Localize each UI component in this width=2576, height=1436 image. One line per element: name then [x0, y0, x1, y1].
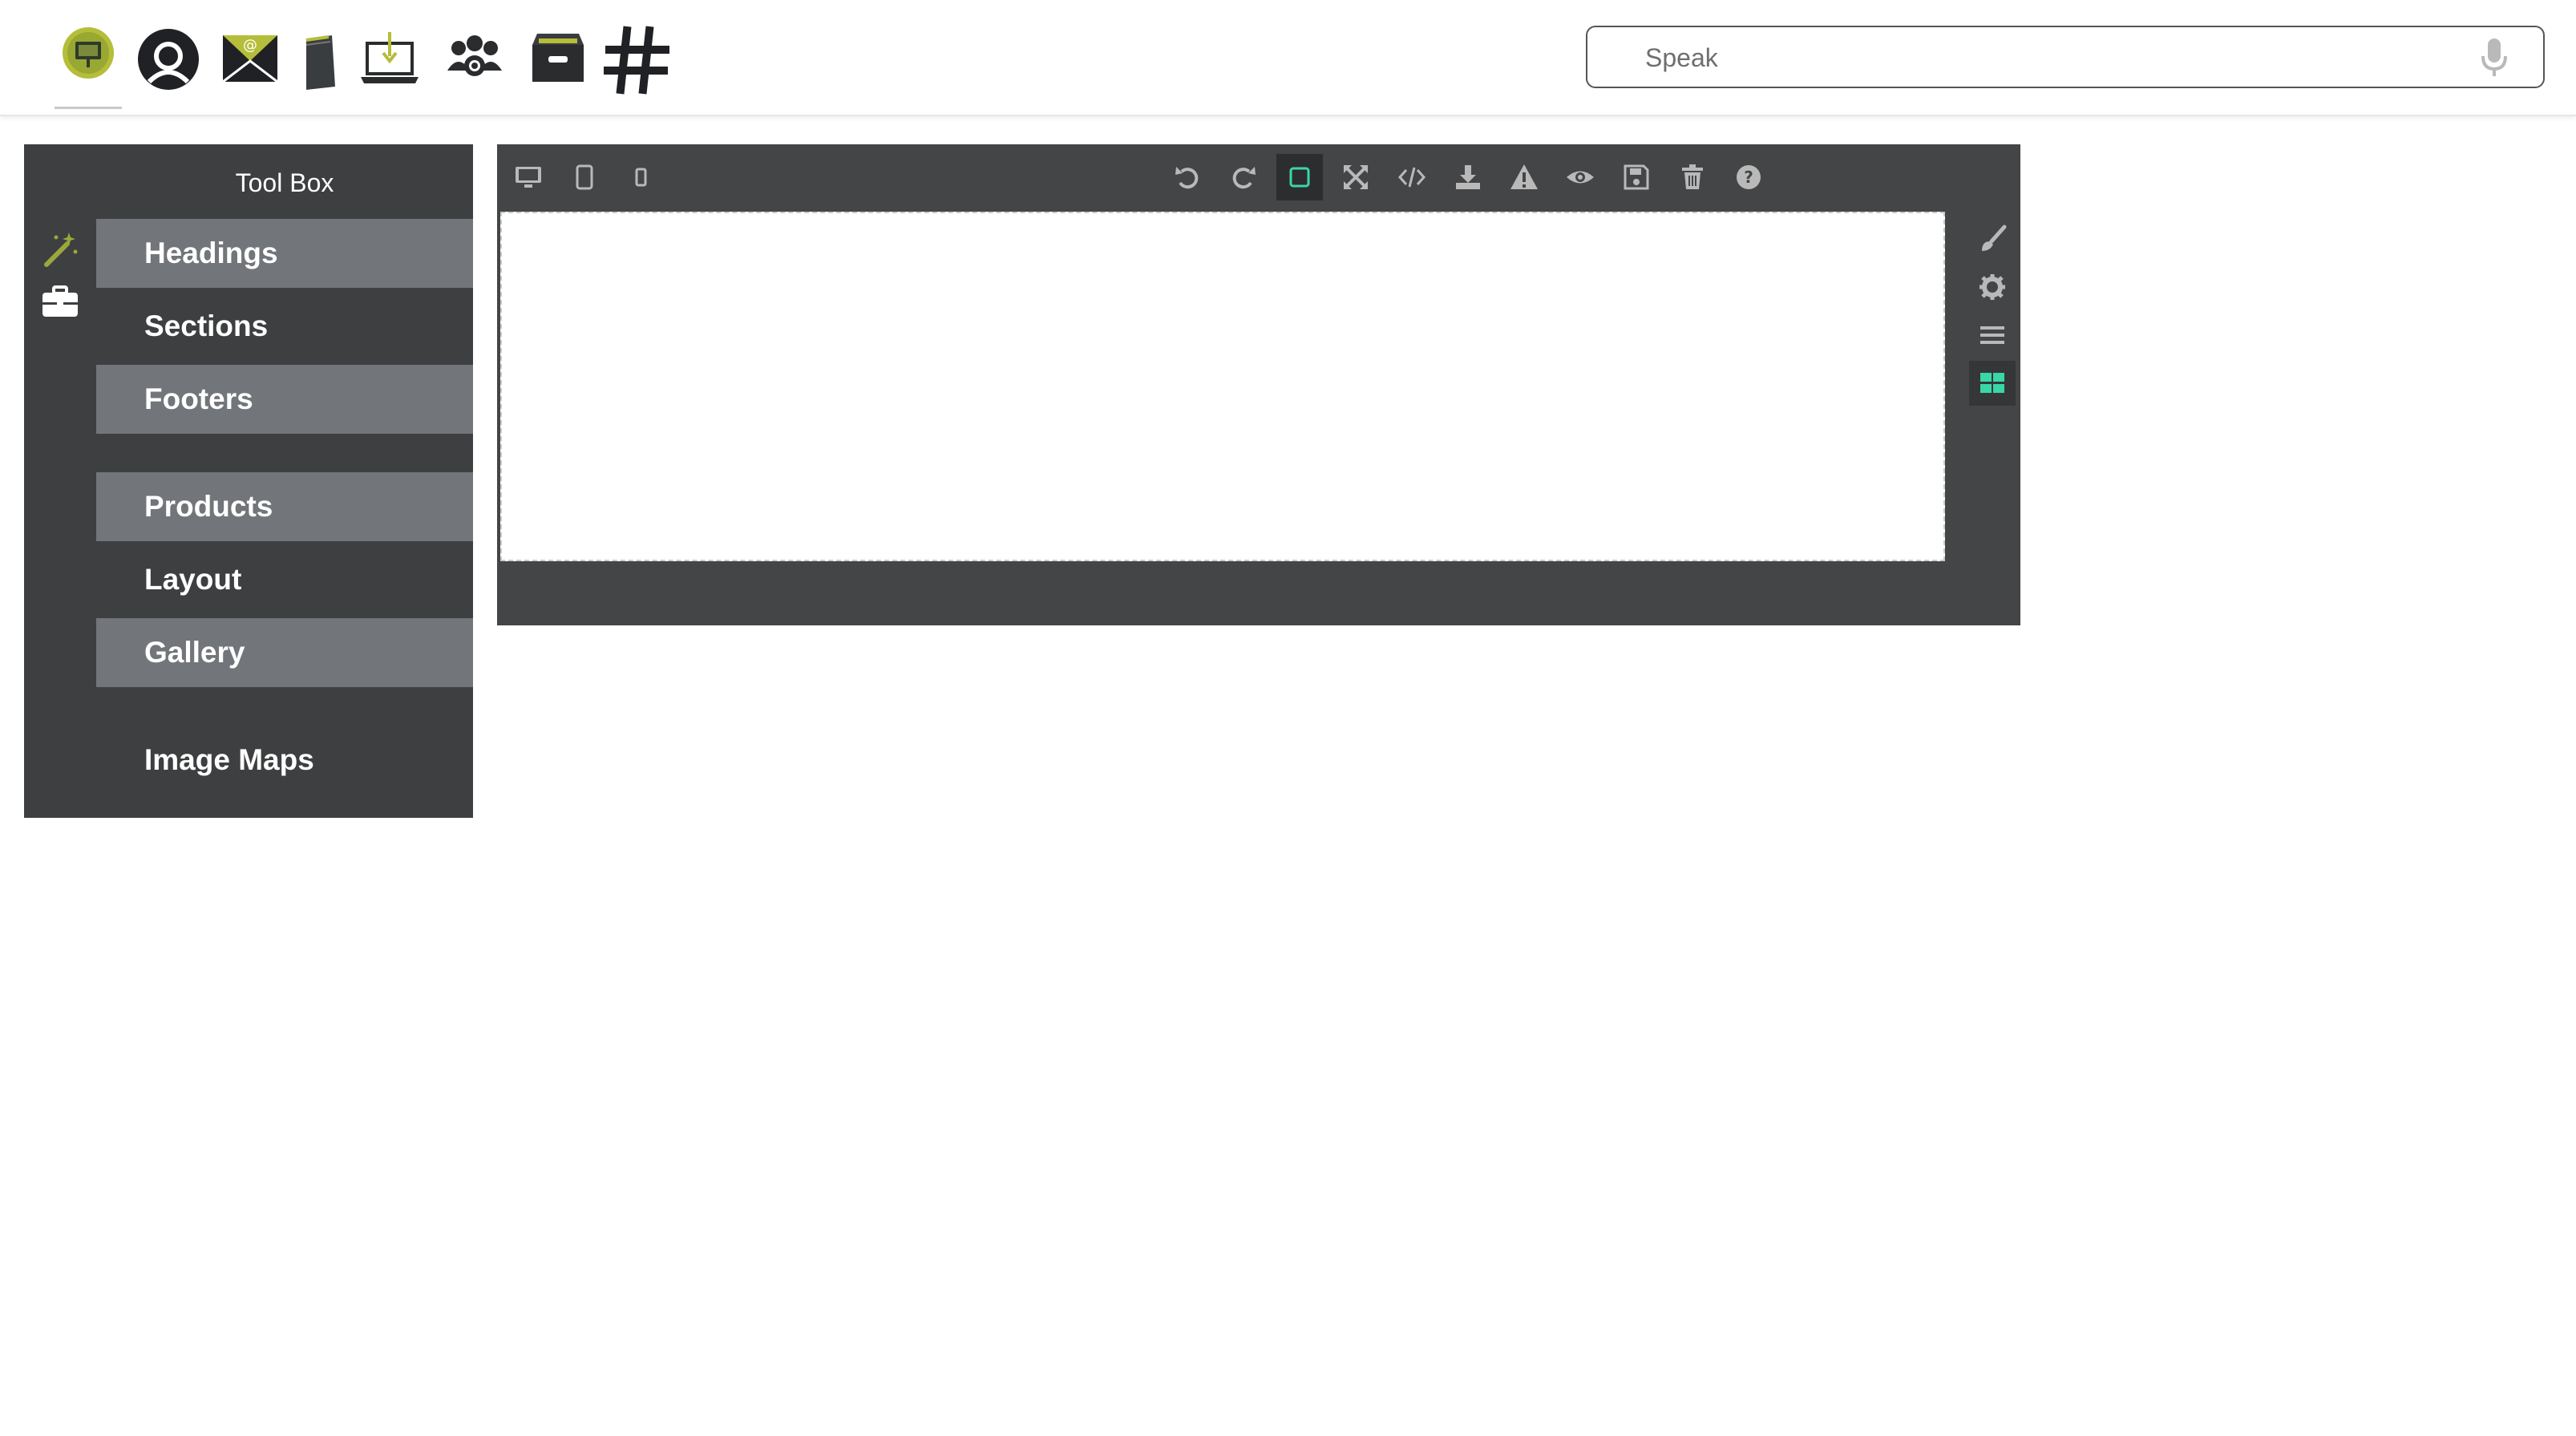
desktop-view-icon[interactable] — [505, 154, 552, 200]
tool-box-panel: Tool Box Headings Sections Footers Produ… — [24, 144, 473, 818]
fullscreen-icon[interactable] — [1332, 154, 1379, 200]
settings-icon[interactable] — [1969, 265, 2016, 309]
speak-search-input[interactable] — [1644, 27, 2449, 88]
toolbox-item-headings[interactable]: Headings — [96, 219, 473, 288]
laptop-app-icon[interactable] — [351, 21, 428, 98]
presentation-app-icon[interactable] — [50, 21, 127, 109]
notebook-app-icon[interactable] — [282, 21, 359, 98]
toolbox-item-products[interactable]: Products — [96, 472, 473, 541]
component-outline-icon[interactable] — [1276, 154, 1323, 200]
save-icon[interactable] — [1613, 154, 1660, 200]
profile-app-icon[interactable] — [130, 21, 207, 98]
community-app-icon[interactable] — [436, 21, 513, 98]
editor-canvas[interactable] — [500, 212, 1945, 561]
briefcase-icon[interactable] — [40, 282, 80, 322]
page-editor: ? — [497, 144, 2020, 625]
redo-icon[interactable] — [1220, 154, 1267, 200]
svg-text:@: @ — [243, 37, 257, 54]
hashtag-app-icon[interactable] — [598, 21, 675, 98]
preview-icon[interactable] — [1557, 154, 1603, 200]
top-app-bar: @ — [0, 0, 2576, 116]
microphone-icon[interactable] — [2481, 37, 2508, 79]
toolbox-item-gallery[interactable]: Gallery — [96, 618, 473, 687]
toolbox-item-footers[interactable]: Footers — [96, 365, 473, 434]
help-icon[interactable]: ? — [1725, 154, 1772, 200]
tool-box-title: Tool Box — [235, 168, 334, 197]
mail-app-icon[interactable]: @ — [212, 21, 289, 98]
code-icon[interactable] — [1389, 154, 1435, 200]
mobile-view-icon[interactable] — [617, 154, 664, 200]
warning-icon[interactable] — [1501, 154, 1547, 200]
style-manager-icon[interactable] — [1969, 216, 2016, 261]
undo-icon[interactable] — [1164, 154, 1211, 200]
speak-search-box[interactable] — [1586, 26, 2545, 88]
blocks-icon[interactable] — [1969, 361, 2016, 406]
toolbox-item-sections[interactable]: Sections — [96, 292, 473, 361]
tablet-view-icon[interactable] — [561, 154, 608, 200]
svg-text:?: ? — [1744, 168, 1753, 187]
editor-toolbar: ? — [497, 144, 2020, 210]
layer-manager-icon[interactable] — [1969, 313, 2016, 358]
download-icon[interactable] — [1445, 154, 1491, 200]
toolbox-item-image-maps[interactable]: Image Maps — [96, 726, 473, 795]
magic-wand-icon[interactable] — [40, 229, 80, 269]
archive-app-icon[interactable] — [520, 21, 596, 98]
toolbox-item-layout[interactable]: Layout — [96, 545, 473, 614]
trash-icon[interactable] — [1669, 154, 1716, 200]
